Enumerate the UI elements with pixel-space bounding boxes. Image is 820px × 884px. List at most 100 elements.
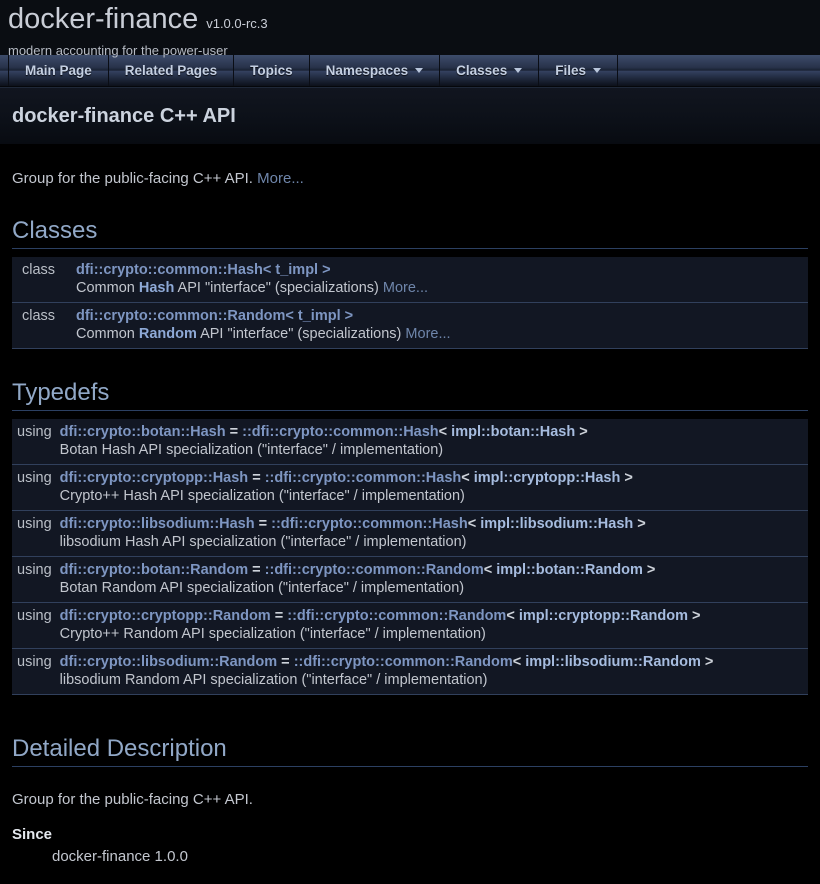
typedef-link[interactable]: dfi::crypto::botan::Hash xyxy=(60,424,226,440)
since-label: Since xyxy=(12,826,808,843)
tab-files-label: Files xyxy=(555,63,586,78)
more-link[interactable]: More... xyxy=(383,280,428,296)
spacer-cell xyxy=(12,624,60,649)
equals-text: = xyxy=(255,516,272,532)
spacer-cell xyxy=(12,440,60,465)
project-title-text: docker-finance xyxy=(8,3,198,35)
typedefs-heading: Typedefs xyxy=(12,379,808,411)
typedef-keyword: using xyxy=(12,511,60,533)
class-link[interactable]: dfi::crypto::common::Hash< t_impl > xyxy=(76,262,331,278)
equals-text: = xyxy=(248,562,265,578)
impl-type-link[interactable]: impl::libsodium::Hash xyxy=(480,516,633,532)
impl-type-link[interactable]: impl::botan::Hash xyxy=(451,424,575,440)
common-type-link[interactable]: ::dfi::crypto::common::Random xyxy=(265,562,484,578)
chevron-down-icon xyxy=(415,68,423,73)
typedef-entry: using dfi::crypto::botan::Hash = ::dfi::… xyxy=(12,419,808,465)
tab-related-pages-label: Related Pages xyxy=(125,63,217,78)
typedef-description: Botan Random API specialization ("interf… xyxy=(60,578,808,603)
typedef-link[interactable]: dfi::crypto::botan::Random xyxy=(60,562,248,578)
impl-type-link[interactable]: impl::cryptopp::Hash xyxy=(474,470,621,486)
project-version: v1.0.0-rc.3 xyxy=(206,16,267,31)
typedef-keyword: using xyxy=(12,557,60,579)
common-type-link[interactable]: ::dfi::crypto::common::Hash xyxy=(242,424,439,440)
class-desc-link[interactable]: Hash xyxy=(139,280,174,296)
classes-heading: Classes xyxy=(12,217,808,249)
desc-text: Common xyxy=(76,326,139,342)
typedef-link[interactable]: dfi::crypto::cryptopp::Random xyxy=(60,608,271,624)
angle-close-text: > xyxy=(633,516,646,532)
typedef-entry: using dfi::crypto::botan::Random = ::dfi… xyxy=(12,557,808,603)
equals-text: = xyxy=(277,654,294,670)
project-banner: docker-financev1.0.0-rc.3 modern account… xyxy=(0,0,820,55)
typedef-link[interactable]: dfi::crypto::libsodium::Random xyxy=(60,654,277,670)
detailed-description-text: Group for the public-facing C++ API. xyxy=(12,791,808,808)
tab-related-pages[interactable]: Related Pages xyxy=(108,55,233,86)
typedef-keyword: using xyxy=(12,649,60,671)
desc-text: Common xyxy=(76,280,139,296)
common-type-link[interactable]: ::dfi::crypto::common::Random xyxy=(287,608,506,624)
class-keyword: class xyxy=(12,303,76,325)
common-type-link[interactable]: ::dfi::crypto::common::Hash xyxy=(271,516,468,532)
impl-type-link[interactable]: impl::botan::Random xyxy=(496,562,643,578)
page-title: docker-finance C++ API xyxy=(12,105,236,128)
desc-text: API "interface" (specializations) xyxy=(174,280,383,296)
common-type-link[interactable]: ::dfi::crypto::common::Hash xyxy=(265,470,462,486)
typedef-entry: using dfi::crypto::libsodium::Random = :… xyxy=(12,649,808,695)
typedef-keyword: using xyxy=(12,603,60,625)
spacer-cell xyxy=(12,278,76,303)
tab-classes-label: Classes xyxy=(456,63,507,78)
tab-namespaces[interactable]: Namespaces xyxy=(309,55,440,86)
class-entry: class dfi::crypto::common::Random< t_imp… xyxy=(12,303,808,349)
angle-close-text: > xyxy=(643,562,656,578)
spacer-cell xyxy=(12,324,76,349)
class-link[interactable]: dfi::crypto::common::Random< t_impl > xyxy=(76,308,353,324)
angle-close-text: > xyxy=(575,424,588,440)
tab-topics[interactable]: Topics xyxy=(233,55,309,86)
typedef-keyword: using xyxy=(12,419,60,440)
common-type-link[interactable]: ::dfi::crypto::common::Random xyxy=(294,654,513,670)
tab-topics-label: Topics xyxy=(250,63,293,78)
detailed-description-heading: Detailed Description xyxy=(12,735,808,767)
typedef-keyword: using xyxy=(12,465,60,487)
typedefs-table: using dfi::crypto::botan::Hash = ::dfi::… xyxy=(12,419,808,695)
class-description: Common Hash API "interface" (specializat… xyxy=(76,278,808,303)
intro-paragraph: Group for the public-facing C++ API. Mor… xyxy=(12,170,808,187)
page-contents: Group for the public-facing C++ API. Mor… xyxy=(0,170,820,865)
class-desc-link[interactable]: Random xyxy=(139,326,197,342)
angle-close-text: > xyxy=(688,608,701,624)
class-description: Common Random API "interface" (specializ… xyxy=(76,324,808,349)
more-link[interactable]: More... xyxy=(405,326,450,342)
tab-main-page-label: Main Page xyxy=(25,63,92,78)
equals-text: = xyxy=(271,608,288,624)
tab-main-page[interactable]: Main Page xyxy=(8,55,108,86)
typedef-description: libsodium Hash API specialization ("inte… xyxy=(60,532,808,557)
since-value: docker-finance 1.0.0 xyxy=(52,848,808,865)
tab-classes[interactable]: Classes xyxy=(439,55,538,86)
angle-close-text: > xyxy=(620,470,633,486)
angle-open-text: < xyxy=(513,654,526,670)
typedef-link[interactable]: dfi::crypto::cryptopp::Hash xyxy=(60,470,249,486)
angle-open-text: < xyxy=(506,608,519,624)
spacer-cell xyxy=(12,532,60,557)
main-nav: Main Page Related Pages Topics Namespace… xyxy=(0,55,820,87)
impl-type-link[interactable]: impl::libsodium::Random xyxy=(525,654,701,670)
typedef-entry: using dfi::crypto::cryptopp::Hash = ::df… xyxy=(12,465,808,511)
project-name: docker-finance v1.0.0-rc.3 xyxy=(8,2,820,41)
desc-text: API "interface" (specializations) xyxy=(197,326,406,342)
tab-files[interactable]: Files xyxy=(538,55,618,86)
typedef-description: Crypto++ Random API specialization ("int… xyxy=(60,624,808,649)
page-title-block: docker-finance C++ API xyxy=(0,87,820,144)
classes-table: class dfi::crypto::common::Hash< t_impl … xyxy=(12,257,808,349)
impl-type-link[interactable]: impl::cryptopp::Random xyxy=(519,608,688,624)
chevron-down-icon xyxy=(514,68,522,73)
angle-open-text: < xyxy=(484,562,497,578)
typedef-entry: using dfi::crypto::cryptopp::Random = ::… xyxy=(12,603,808,649)
intro-text: Group for the public-facing C++ API. xyxy=(12,170,257,187)
typedef-entry: using dfi::crypto::libsodium::Hash = ::d… xyxy=(12,511,808,557)
class-keyword: class xyxy=(12,257,76,278)
more-link[interactable]: More... xyxy=(257,170,304,187)
typedef-link[interactable]: dfi::crypto::libsodium::Hash xyxy=(60,516,255,532)
typedef-description: Crypto++ Hash API specialization ("inter… xyxy=(60,486,808,511)
spacer-cell xyxy=(12,670,60,695)
typedef-description: Botan Hash API specialization ("interfac… xyxy=(60,440,808,465)
